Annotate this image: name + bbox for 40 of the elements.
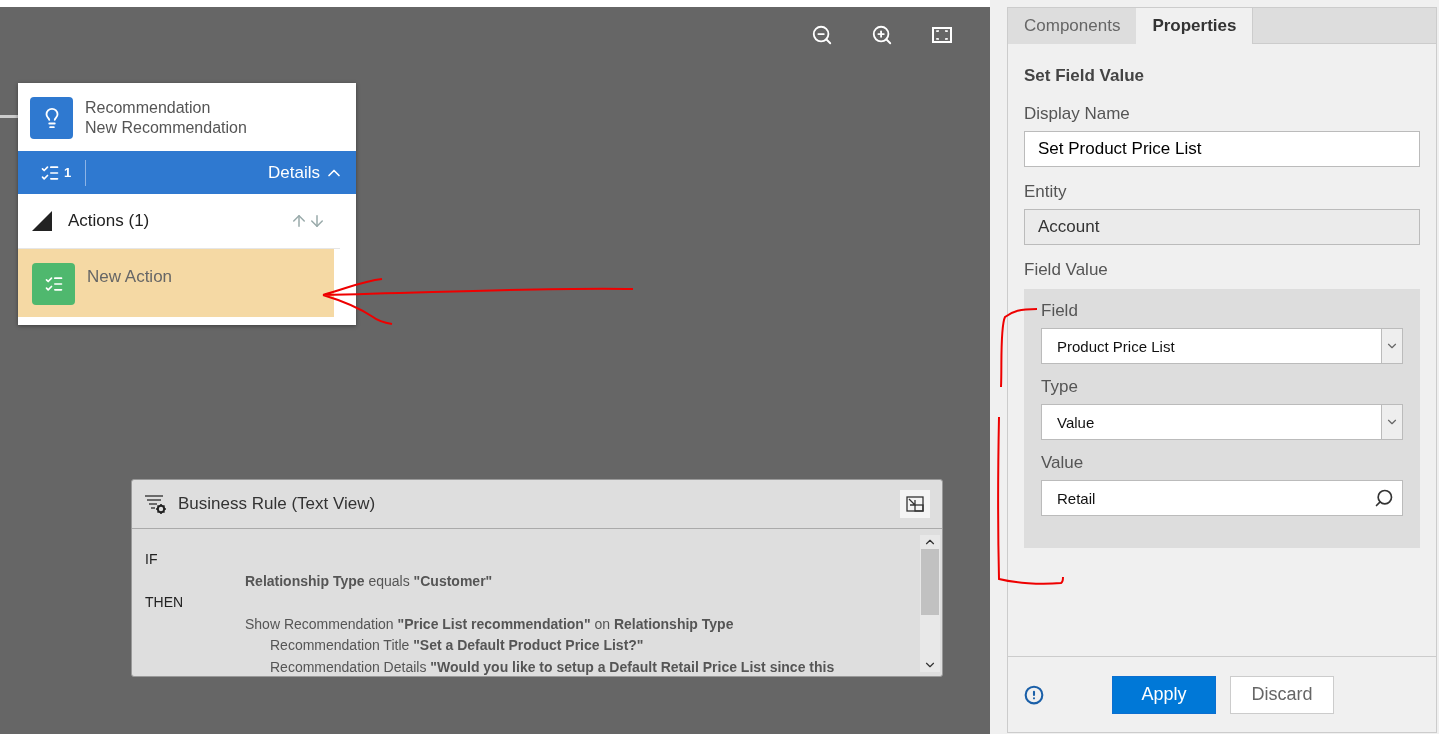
actions-header: Actions (1) [68, 211, 150, 231]
search-icon[interactable] [1374, 488, 1394, 508]
expand-button[interactable] [900, 490, 930, 518]
input-field[interactable]: Set Product Price List [1024, 131, 1420, 167]
discard-button[interactable]: Discard [1230, 675, 1334, 714]
field-label: Field [1041, 301, 1079, 321]
apply-button[interactable]: Apply [1112, 675, 1216, 714]
rule-text-line: Show Recommendation "Price List recommendation" on Relationship Type [244, 614, 735, 634]
panel-tab[interactable]: Properties [1136, 8, 1254, 44]
action-label: New Action [87, 267, 173, 287]
details-toggle[interactable]: Details [268, 162, 344, 183]
section-heading: Set Field Value [1024, 66, 1145, 86]
lookup-field[interactable]: Retail [1041, 480, 1403, 516]
checklist-icon [32, 263, 75, 305]
action-item[interactable]: New Action [18, 249, 334, 317]
chevron-down-icon [1381, 329, 1402, 363]
rule-text-line: Recommendation Title "Set a Default Product Price List?" [269, 636, 645, 655]
business-rule-title: Business Rule (Text View) [178, 494, 376, 514]
expand-icon [906, 496, 924, 512]
rule-text-line: IF [145, 550, 159, 569]
rule-text-line: Recommendation Details "Would you like to setup a Default Retail Price List since this [269, 657, 836, 676]
node-title: Recommendation [85, 98, 212, 118]
lightbulb-icon [30, 97, 73, 139]
alert-icon[interactable] [1024, 684, 1044, 705]
rule-text-line: Relationship Type equals "Customer" [244, 571, 494, 591]
field-label: Value [1041, 453, 1085, 473]
node-subtitle: New Recommendation [85, 118, 247, 138]
scrollbar[interactable] [920, 535, 940, 672]
dropdown[interactable]: Value [1041, 404, 1403, 440]
dropdown[interactable]: Product Price List [1041, 328, 1403, 364]
recommendation-node[interactable]: Recommendation New Recommendation 1 Details Actions (1) New Action [18, 83, 356, 325]
field-label: Display Name [1024, 104, 1131, 124]
rule-settings-icon [144, 493, 168, 515]
connector-line [0, 115, 18, 118]
action-count: 1 [64, 165, 72, 180]
field-label: Field Value [1024, 260, 1109, 280]
chevron-down-icon [1381, 405, 1402, 439]
field-label: Type [1041, 377, 1079, 397]
rule-text-line: THEN [145, 593, 185, 612]
field-label: Entity [1024, 182, 1068, 202]
